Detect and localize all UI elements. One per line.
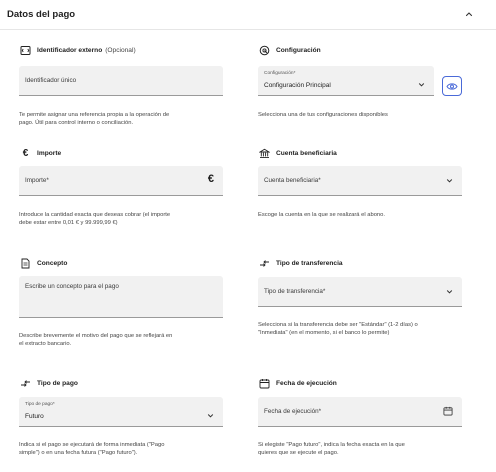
cuenta-label-row: Cuenta beneficiaria (259, 147, 337, 159)
section-title: Datos del pago (7, 9, 76, 20)
euro-icon: € (207, 173, 214, 185)
identificador-input[interactable]: Identificador único (19, 66, 223, 96)
cuenta-help: Escoge la cuenta en la que se realizará … (258, 212, 385, 218)
configuracion-help: Selecciona una de tus configuraciones di… (258, 112, 388, 118)
id-card-icon (20, 45, 31, 55)
transfer-icon (21, 379, 30, 387)
importe-help: Introduce la cantidad exacta que deseas … (19, 212, 171, 226)
configuracion-value: Configuración Principal (264, 82, 331, 89)
euro-icon: € (22, 147, 29, 159)
chevron-down-icon (446, 179, 453, 183)
view-configuracion-button[interactable] (442, 76, 462, 96)
fecha-placeholder: Fecha de ejecución* (264, 408, 322, 415)
identificador-label-row: Identificador externo (Opcional) (20, 44, 136, 56)
settings-icon (259, 45, 270, 55)
calendar-icon[interactable] (443, 406, 453, 416)
tipo-pago-label: Tipo de pago (37, 379, 78, 387)
fecha-label: Fecha de ejecución (276, 379, 337, 387)
chevron-down-icon (418, 83, 425, 87)
concepto-placeholder: Escribe un concepto para el pago (25, 283, 119, 290)
tipo-pago-help: Indica si el pago se ejecutará de forma … (19, 442, 165, 456)
tipo-transferencia-placeholder: Tipo de transferencia* (264, 288, 326, 295)
section-header[interactable]: Datos del pago (0, 0, 496, 30)
tipo-transferencia-select[interactable]: Tipo de transferencia* (258, 277, 462, 307)
importe-placeholder: Importe* (25, 177, 49, 184)
tipo-pago-float-label: Tipo de pago* (25, 402, 55, 407)
fecha-input[interactable]: Fecha de ejecución* (258, 397, 462, 427)
tipo-transferencia-help: Selecciona si la transferencia debe ser … (258, 322, 418, 336)
document-icon (21, 258, 30, 268)
tipo-pago-select[interactable]: Tipo de pago* Futuro (19, 397, 223, 427)
importe-label-row: € Importe (20, 147, 61, 159)
configuracion-select[interactable]: Configuración* Configuración Principal (258, 66, 434, 96)
tipo-transferencia-label-row: Tipo de transferencia (259, 257, 343, 269)
importe-input[interactable]: Importe* € (19, 166, 223, 196)
importe-label: Importe (37, 149, 62, 157)
cuenta-select[interactable]: Cuenta beneficiaria* (258, 166, 462, 196)
identificador-label: Identificador externo (37, 46, 103, 54)
identificador-help: Te permite asignar una referencia propia… (19, 112, 170, 126)
concepto-label: Concepto (37, 259, 68, 267)
cuenta-placeholder: Cuenta beneficiaria* (264, 177, 321, 184)
chevron-down-icon (207, 414, 214, 418)
calendar-icon (259, 378, 270, 388)
chevron-up-icon[interactable] (464, 9, 474, 19)
identificador-placeholder: Identificador único (25, 77, 77, 84)
transfer-icon (260, 259, 269, 267)
chevron-down-icon (446, 290, 453, 294)
configuracion-label: Configuración (276, 46, 321, 54)
configuracion-label-row: Configuración (259, 44, 321, 56)
fecha-help: Si elegiste "Pago futuro", indica la fec… (258, 442, 405, 456)
concepto-label-row: Concepto (20, 257, 67, 269)
bank-icon (259, 148, 270, 158)
fecha-label-row: Fecha de ejecución (259, 377, 337, 389)
eye-icon (446, 82, 458, 90)
cuenta-label: Cuenta beneficiaria (276, 149, 337, 157)
configuracion-float-label: Configuración* (264, 71, 296, 76)
concepto-textarea[interactable]: Escribe un concepto para el pago (19, 276, 223, 318)
concepto-help: Describe brevemente el motivo del pago q… (19, 333, 173, 347)
tipo-pago-value: Futuro (25, 413, 44, 420)
identificador-optional: (Opcional) (105, 46, 136, 54)
tipo-pago-label-row: Tipo de pago (20, 377, 78, 389)
tipo-transferencia-label: Tipo de transferencia (276, 259, 343, 267)
